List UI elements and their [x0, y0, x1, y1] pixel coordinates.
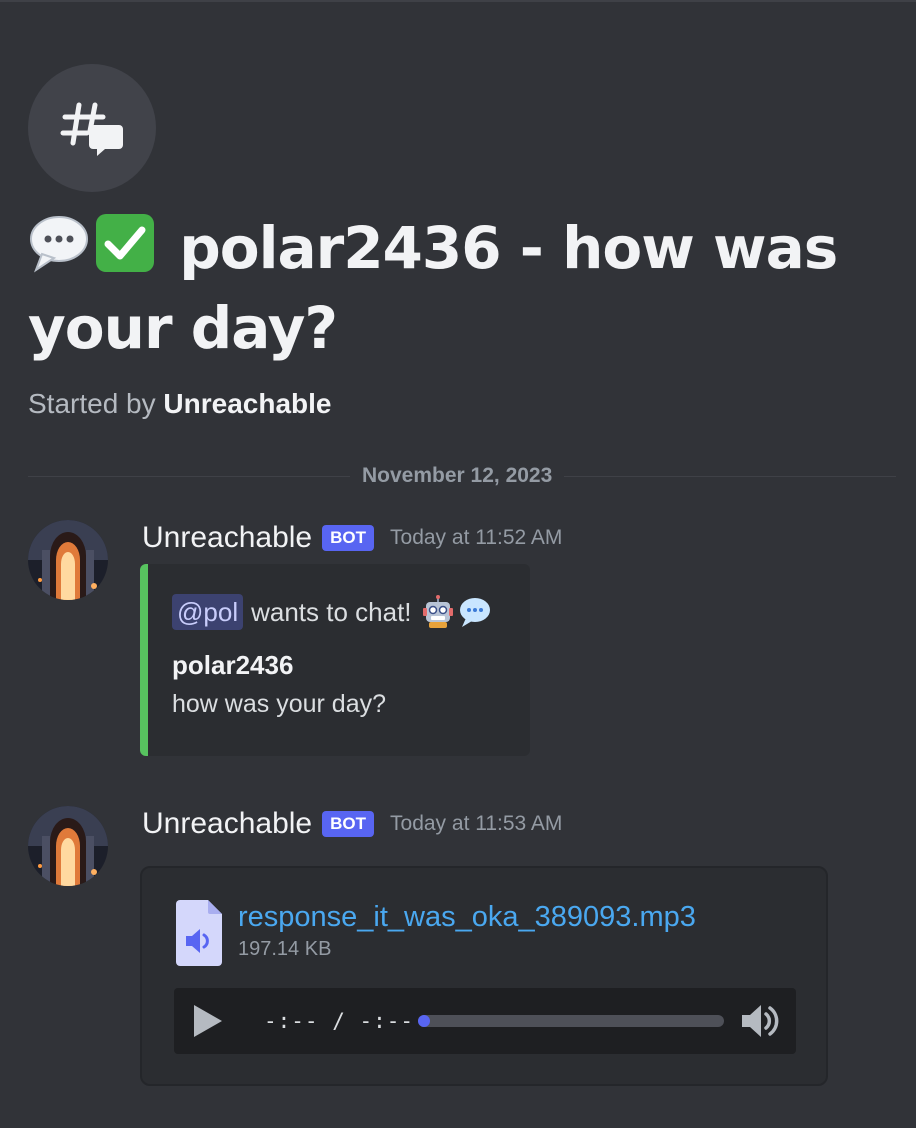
avatar-image: [28, 520, 108, 600]
bot-badge: BOT: [322, 525, 375, 551]
time-display: -:-- / -:--: [264, 1009, 415, 1033]
embed: @pol wants to chat! polar2436 how was yo…: [140, 564, 530, 756]
file-size: 197.14 KB: [238, 938, 332, 960]
embed-line: @pol wants to chat!: [172, 594, 492, 630]
started-by-line: Started by Unreachable: [28, 386, 332, 422]
audio-player: -:-- / -:--: [174, 988, 796, 1054]
speech-balloon-icon: [459, 598, 490, 627]
user-mention[interactable]: @pol: [172, 594, 244, 630]
check-mark-icon: [96, 214, 154, 272]
progress-bar[interactable]: [418, 1015, 724, 1027]
avatar[interactable]: [28, 806, 108, 886]
started-by-user[interactable]: Unreachable: [163, 388, 331, 419]
date-divider-label: November 12, 2023: [350, 462, 565, 490]
username[interactable]: Unreachable: [142, 520, 312, 556]
progress-handle[interactable]: [418, 1015, 430, 1027]
started-by-prefix: Started by: [28, 388, 156, 419]
thread-title: polar2436 - how was your day?: [28, 208, 888, 368]
bot-badge: BOT: [322, 811, 375, 837]
audio-file-icon: [176, 900, 222, 966]
timestamp[interactable]: Today at 11:53 AM: [390, 810, 562, 838]
thread-icon: [28, 64, 156, 192]
file-name-link[interactable]: response_it_was_oka_389093.mp3: [238, 900, 696, 934]
message-header: Unreachable BOT Today at 11:52 AM: [142, 520, 562, 556]
message-header: Unreachable BOT Today at 11:53 AM: [142, 806, 562, 842]
top-border: [0, 0, 916, 2]
embed-name: polar2436: [172, 650, 294, 680]
robot-icon: [422, 595, 453, 628]
avatar[interactable]: [28, 520, 108, 600]
embed-text: wants to chat!: [251, 596, 412, 627]
speech-balloon-icon: [30, 216, 88, 273]
thread-hash-chat-icon: [60, 102, 123, 156]
play-icon[interactable]: [190, 1003, 224, 1039]
audio-attachment: response_it_was_oka_389093.mp3 197.14 KB…: [140, 866, 828, 1086]
volume-icon[interactable]: [740, 1002, 780, 1040]
timestamp[interactable]: Today at 11:52 AM: [390, 524, 562, 552]
avatar-image: [28, 806, 108, 886]
embed-description: how was your day?: [172, 690, 387, 718]
username[interactable]: Unreachable: [142, 806, 312, 842]
